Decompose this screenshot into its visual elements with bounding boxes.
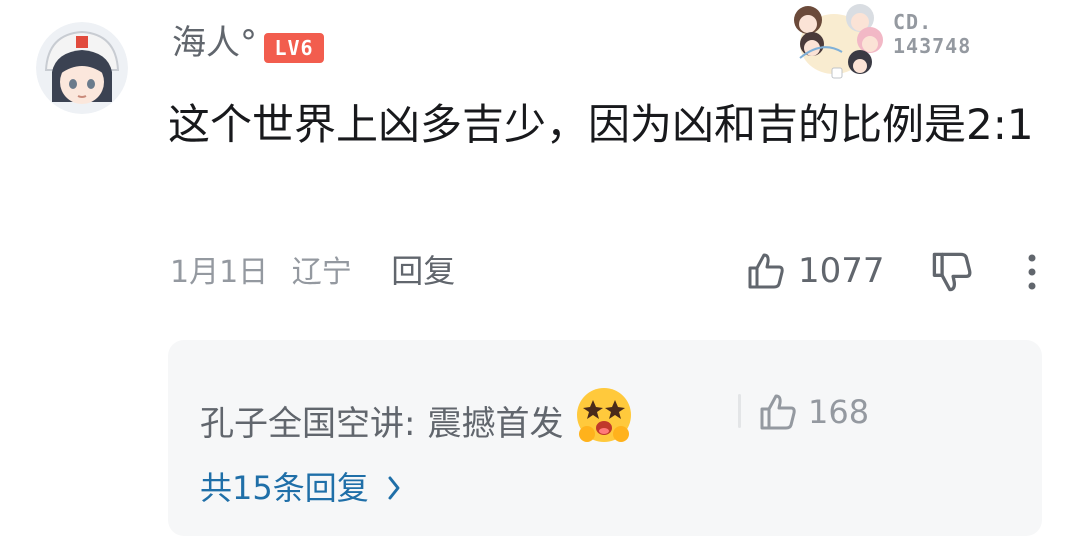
reply-text: 震撼首发 bbox=[427, 403, 564, 444]
dislike-button[interactable] bbox=[930, 250, 974, 298]
comment-location: 辽宁 bbox=[291, 255, 352, 290]
more-button[interactable] bbox=[1026, 254, 1038, 294]
like-button[interactable]: 1077 bbox=[746, 248, 885, 294]
level-badge: LV6 bbox=[264, 33, 324, 63]
reply-divider bbox=[738, 394, 741, 428]
starstruck-face-emoji-icon bbox=[573, 384, 635, 463]
more-vertical-icon bbox=[1028, 254, 1036, 290]
like-count: 1077 bbox=[798, 251, 885, 291]
thumbs-up-icon bbox=[748, 253, 784, 289]
fan-badge-code-line2: 143748 bbox=[893, 34, 972, 58]
thumbs-up-icon bbox=[760, 394, 796, 430]
reply-preview[interactable]: 孔子全国空讲 : 震撼首发 bbox=[200, 384, 635, 463]
reply-separator: : bbox=[404, 403, 416, 444]
username[interactable]: 海人° bbox=[172, 18, 257, 68]
chevron-right-icon bbox=[388, 476, 400, 500]
comment-date: 1月1日 bbox=[170, 255, 269, 290]
view-all-replies-link[interactable]: 共15条回复 bbox=[200, 466, 401, 510]
reply-like-button[interactable]: 168 bbox=[758, 386, 869, 438]
fan-badge-illustration-icon bbox=[794, 4, 883, 79]
reply-button[interactable]: 回复 bbox=[391, 252, 455, 290]
thumbs-down-icon bbox=[932, 252, 972, 292]
comment-meta: 1月1日 辽宁 回复 bbox=[170, 248, 455, 294]
avatar[interactable] bbox=[36, 22, 128, 114]
fan-badge-code: CD. 143748 bbox=[893, 10, 971, 58]
comment-text: 这个世界上凶多吉少，因为凶和吉的比例是2:1 bbox=[168, 100, 1034, 149]
reply-like-count: 168 bbox=[808, 393, 870, 431]
reply-author[interactable]: 孔子全国空讲 bbox=[200, 396, 404, 452]
view-all-replies-label: 共15条回复 bbox=[200, 469, 369, 507]
fan-badge-code-line1: CD. bbox=[893, 10, 933, 34]
